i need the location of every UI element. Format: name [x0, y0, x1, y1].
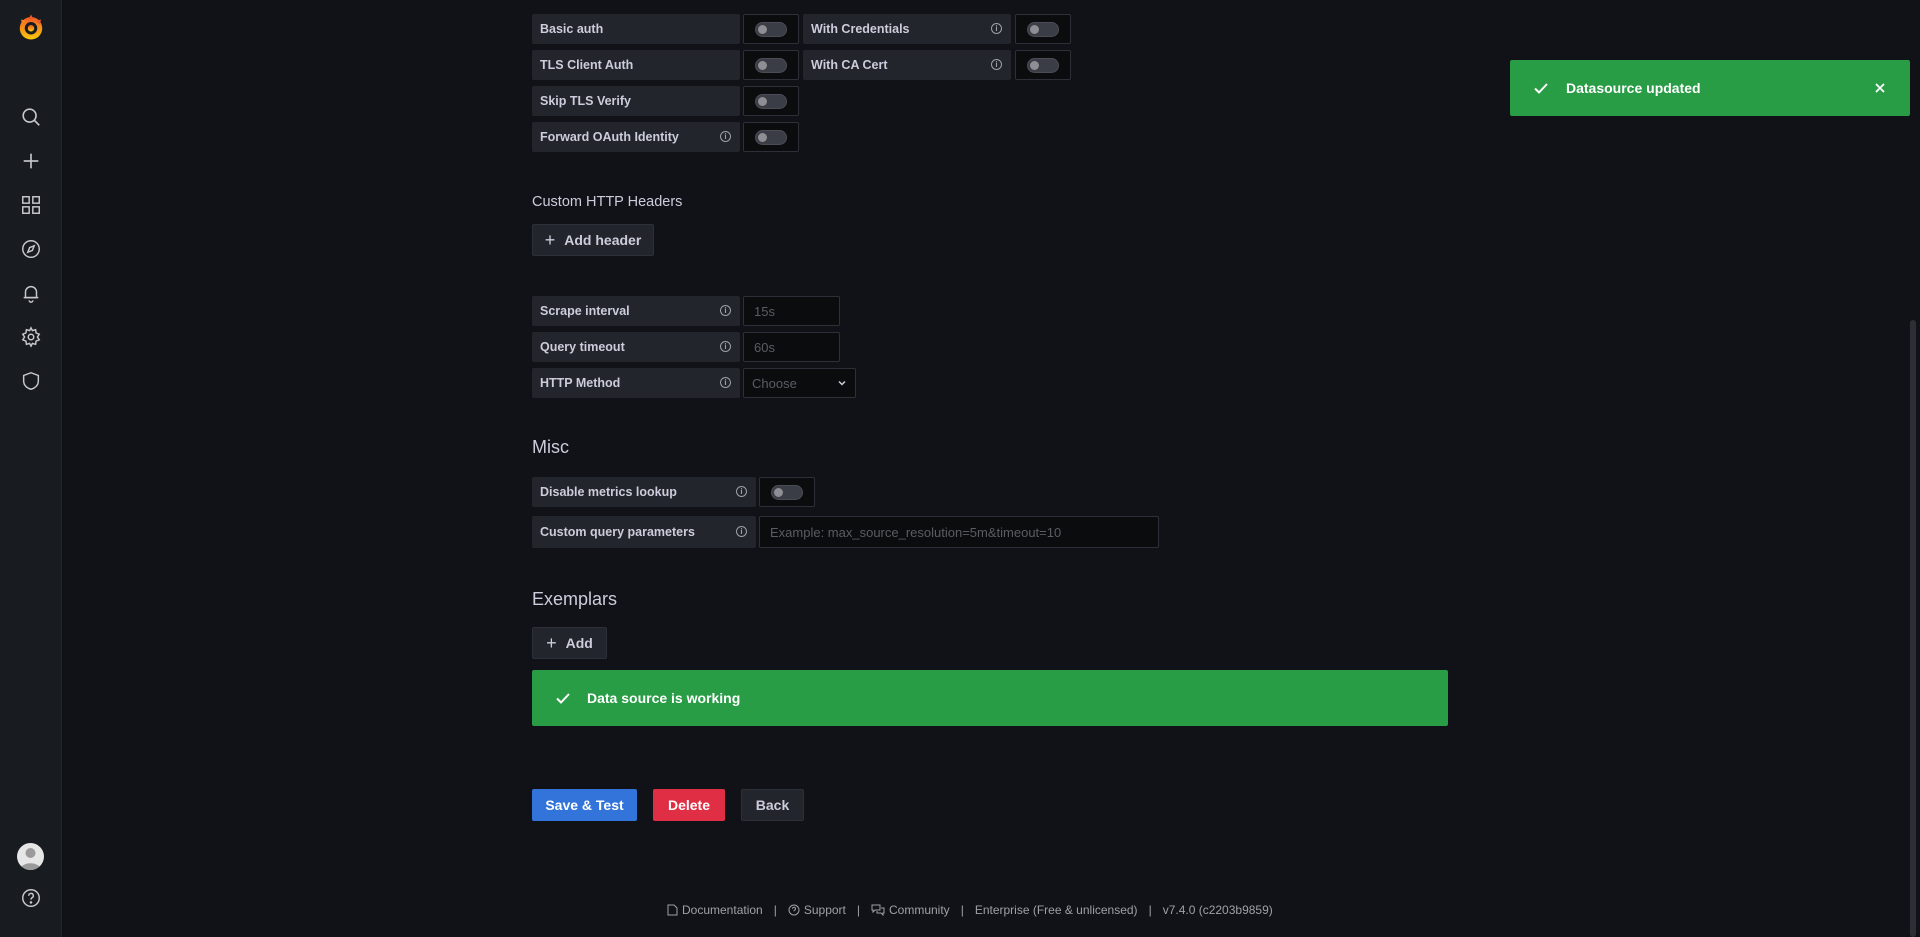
version-text: v7.4.0 (c2203b9859): [1162, 903, 1273, 917]
avatar[interactable]: [17, 843, 44, 870]
info-icon: i: [720, 341, 731, 352]
community-link[interactable]: Community: [871, 903, 950, 917]
tls-client-auth-label: TLS Client Auth: [532, 50, 740, 80]
close-icon[interactable]: [1874, 82, 1886, 94]
info-icon: i: [720, 131, 731, 142]
edition-text: Enterprise (Free & unlicensed): [974, 903, 1138, 917]
document-icon: [667, 904, 678, 916]
tls-client-auth-switch[interactable]: [743, 50, 799, 80]
info-icon: i: [736, 526, 747, 537]
exemplars-title: Exemplars: [532, 589, 618, 609]
info-icon: i: [720, 305, 731, 316]
http-method-select[interactable]: Choose: [743, 368, 856, 398]
with-ca-cert-label: With CA Cert i: [803, 50, 1011, 80]
back-button[interactable]: Back: [741, 789, 804, 821]
scrollbar[interactable]: [1910, 320, 1916, 937]
sidebar: [0, 0, 62, 937]
documentation-link[interactable]: Documentation: [667, 903, 763, 917]
delete-button[interactable]: Delete: [653, 789, 725, 821]
skip-tls-verify-label: Skip TLS Verify: [532, 86, 740, 116]
toast-notification: Datasource updated: [1510, 60, 1910, 116]
query-timeout-input[interactable]: [743, 332, 840, 362]
custom-query-input[interactable]: [759, 516, 1159, 548]
add-exemplar-button[interactable]: + Add: [532, 627, 607, 659]
query-timeout-label: Query timeout i: [532, 332, 740, 362]
datasource-status-alert: Data source is working: [532, 670, 1448, 726]
support-link[interactable]: Support: [788, 903, 846, 917]
with-ca-cert-switch[interactable]: [1015, 50, 1071, 80]
info-icon: i: [736, 486, 747, 497]
scrape-interval-input[interactable]: [743, 296, 840, 326]
with-credentials-switch[interactable]: [1015, 14, 1071, 44]
comments-icon: [871, 904, 885, 916]
info-icon: i: [991, 23, 1002, 34]
forward-oauth-switch[interactable]: [743, 122, 799, 152]
misc-title: Misc: [532, 437, 569, 457]
info-icon: i: [720, 377, 731, 388]
forward-oauth-label: Forward OAuth Identity i: [532, 122, 740, 152]
basic-auth-switch[interactable]: [743, 14, 799, 44]
scrape-interval-label: Scrape interval i: [532, 296, 740, 326]
grafana-logo-icon[interactable]: [0, 7, 61, 47]
basic-auth-label: Basic auth: [532, 14, 740, 44]
alert-bell-icon[interactable]: [0, 273, 61, 313]
check-icon: [1534, 83, 1548, 94]
plus-icon: +: [544, 229, 556, 250]
gear-icon[interactable]: [0, 317, 61, 357]
with-credentials-label: With Credentials i: [803, 14, 1011, 44]
shield-icon[interactable]: [0, 361, 61, 401]
explore-icon[interactable]: [0, 229, 61, 269]
skip-tls-verify-switch[interactable]: [743, 86, 799, 116]
footer: Documentation | Support | Community | En…: [667, 903, 1273, 917]
dashboards-icon[interactable]: [0, 185, 61, 225]
plus-icon: +: [546, 632, 557, 653]
add-header-button[interactable]: + Add header: [532, 224, 654, 256]
check-icon: [556, 693, 570, 704]
http-method-label: HTTP Method i: [532, 368, 740, 398]
help-icon[interactable]: [0, 878, 61, 918]
custom-query-label: Custom query parameters i: [532, 516, 756, 548]
chevron-down-icon: [838, 380, 846, 386]
info-icon: i: [991, 59, 1002, 70]
disable-metrics-label: Disable metrics lookup i: [532, 477, 756, 507]
disable-metrics-switch[interactable]: [759, 477, 815, 507]
custom-headers-title: Custom HTTP Headers: [532, 194, 683, 210]
plus-icon[interactable]: [0, 141, 61, 181]
search-icon[interactable]: [0, 97, 61, 137]
question-icon: [788, 904, 800, 916]
save-test-button[interactable]: Save & Test: [532, 789, 637, 821]
